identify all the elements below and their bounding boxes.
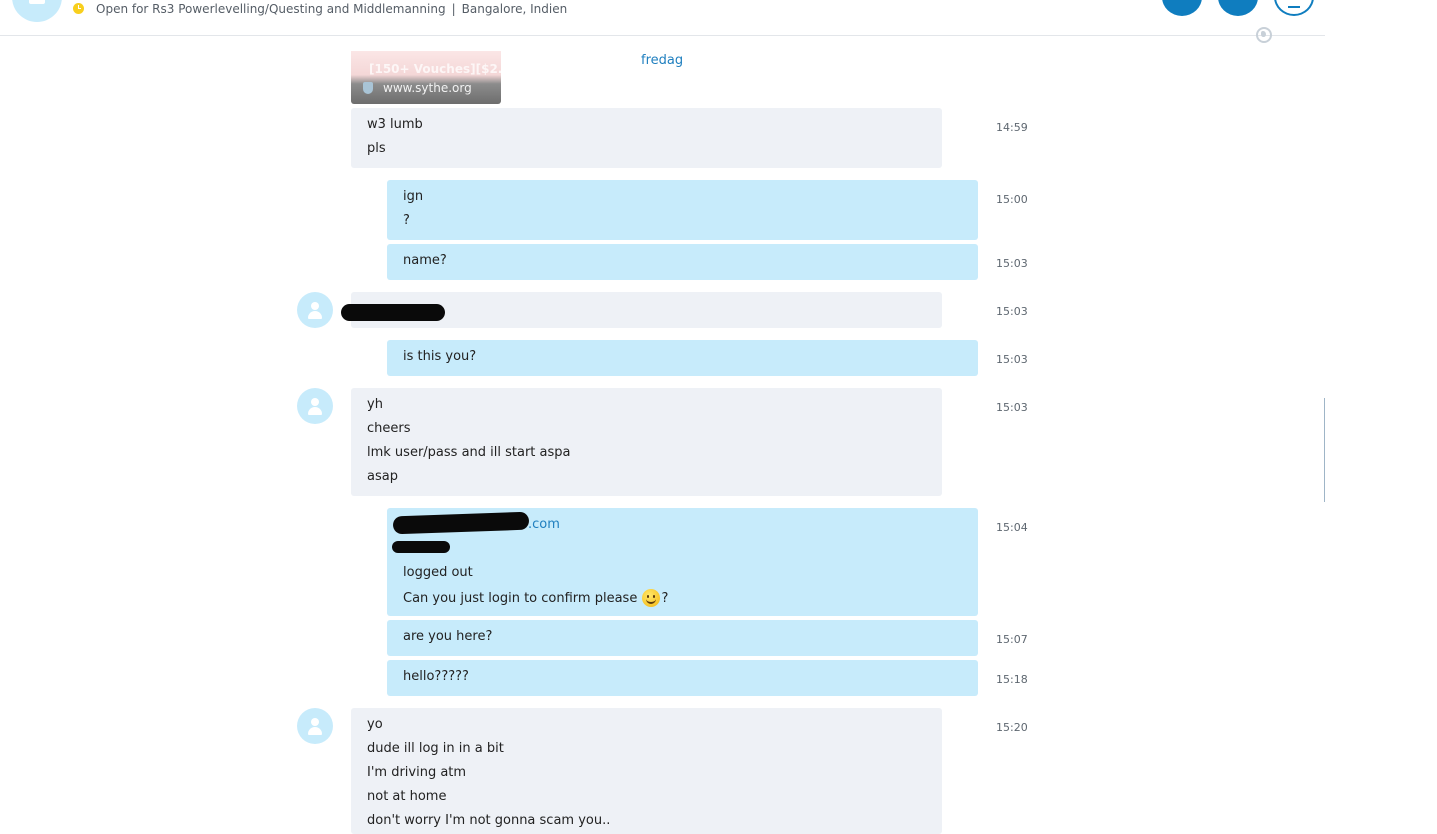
link-preview-title: [150+ Vouches][$2...: [369, 62, 501, 76]
incoming-message[interactable]: yo dude ill log in in a bit I'm driving …: [351, 708, 942, 834]
message-line: dude ill log in in a bit: [367, 741, 504, 756]
outgoing-message[interactable]: ign ?: [387, 180, 978, 240]
contact-location: Bangalore, Indien: [461, 2, 568, 16]
mood-message-text: Open for Rs3 Powerlevelling/Questing and…: [96, 2, 446, 16]
mood-message: Open for Rs3 Powerlevelling/Questing and…: [96, 2, 567, 16]
message-line: is this you?: [403, 349, 477, 364]
message-line: lmk user/pass and ill start aspa: [367, 445, 571, 460]
message-line: pls: [367, 141, 386, 156]
date-divider: fredag: [641, 53, 684, 68]
outgoing-message[interactable]: hello?????: [387, 660, 978, 696]
away-clock-icon: [73, 3, 84, 14]
skype-chat-window: Open for Rs3 Powerlevelling/Questing and…: [0, 0, 1437, 834]
message-line: asap: [367, 469, 398, 484]
message-timestamp: 15:18: [996, 673, 1028, 686]
message-line: [403, 541, 962, 565]
sender-avatar[interactable]: [297, 388, 333, 424]
message-timestamp: 15:03: [996, 305, 1028, 318]
message-line: I'm driving atm: [367, 765, 467, 780]
message-timestamp: 15:00: [996, 193, 1028, 206]
incoming-message[interactable]: w3 lumb pls: [351, 108, 942, 168]
video-call-button[interactable]: [1162, 0, 1202, 16]
mood-separator: |: [451, 2, 456, 16]
shield-icon: [363, 82, 373, 94]
sender-avatar[interactable]: [297, 292, 333, 328]
message-timestamp: 15:20: [996, 721, 1028, 734]
message-line: ?: [403, 213, 410, 228]
message-line: name?: [403, 253, 447, 268]
redaction-mark: [341, 304, 445, 321]
message-timestamp: 15:03: [996, 353, 1028, 366]
smiley-emoticon-icon: [642, 589, 661, 607]
conversation-header: Open for Rs3 Powerlevelling/Questing and…: [0, 0, 1325, 36]
email-link[interactable]: .com: [528, 517, 560, 532]
message-timestamp: 15:03: [996, 257, 1028, 270]
link-preview-card[interactable]: [150+ Vouches][$2... www.sythe.org: [351, 51, 501, 104]
message-line: not at home: [367, 789, 447, 804]
message-timestamp: 15:04: [996, 521, 1028, 534]
link-preview-domain: www.sythe.org: [383, 81, 472, 95]
message-line: hello?????: [403, 669, 469, 684]
add-people-button[interactable]: [1274, 0, 1314, 16]
globe-icon: [1256, 27, 1272, 43]
message-line: w3 lumb: [367, 117, 423, 132]
message-line: cheers: [367, 421, 411, 436]
message-line: don't worry I'm not gonna scam you..: [367, 813, 611, 828]
message-line: ign: [403, 189, 424, 204]
message-line: Can you just login to confirm please ?: [403, 589, 962, 613]
message-line: are you here?: [403, 629, 493, 644]
outgoing-message[interactable]: is this you?: [387, 340, 978, 376]
scrollbar[interactable]: [1324, 398, 1325, 502]
contact-avatar[interactable]: [12, 0, 62, 22]
person-icon: [311, 398, 319, 406]
message-timestamp: 15:03: [996, 401, 1028, 414]
message-line: yo: [367, 717, 383, 732]
message-line: logged out: [403, 565, 473, 580]
message-line: yh: [367, 397, 383, 412]
incoming-message[interactable]: yh cheers lmk user/pass and ill start as…: [351, 388, 942, 496]
message-timestamp: 14:59: [996, 121, 1028, 134]
person-icon: [311, 718, 319, 726]
message-text: Can you just login to confirm please: [403, 591, 638, 606]
redaction-mark: [392, 541, 450, 553]
message-timestamp: 15:07: [996, 633, 1028, 646]
outgoing-message[interactable]: are you here?: [387, 620, 978, 656]
sender-avatar[interactable]: [297, 708, 333, 744]
message-text: ?: [661, 591, 669, 606]
audio-call-button[interactable]: [1218, 0, 1258, 16]
person-icon: [311, 302, 319, 310]
outgoing-message[interactable]: name?: [387, 244, 978, 280]
